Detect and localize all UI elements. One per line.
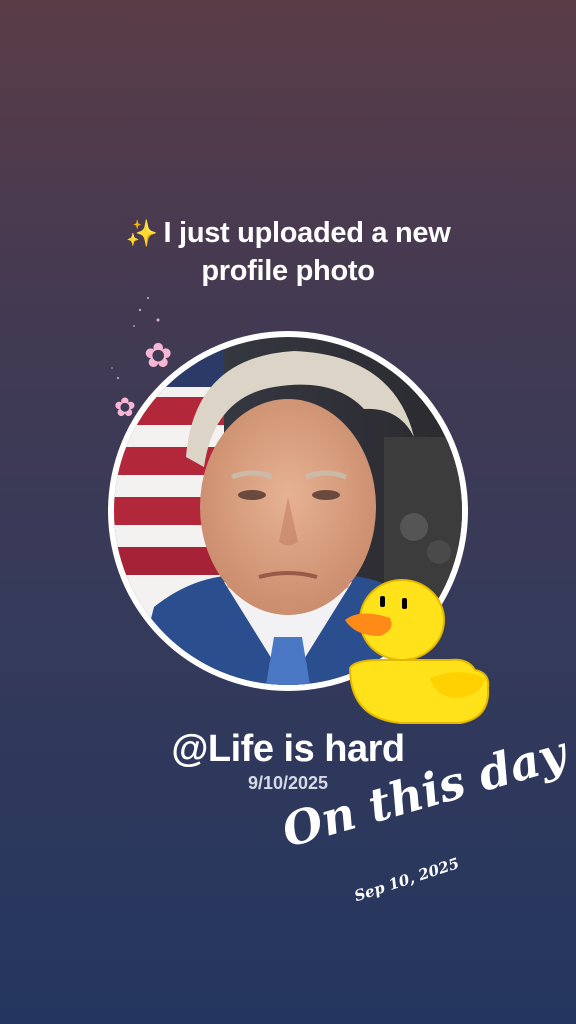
- cherry-blossom-icon: ✿: [114, 392, 136, 422]
- on-this-day-date: Sep 10, 2025: [352, 854, 462, 906]
- headline-line-2: profile photo: [201, 255, 375, 287]
- post-headline: ✨ I just uploaded a new profile photo: [0, 214, 576, 290]
- sparkles-icon: ✨: [125, 218, 158, 248]
- cherry-blossom-icon: ✿: [144, 337, 173, 375]
- duck-sticker[interactable]: [340, 578, 500, 728]
- headline-line-1: ✨ I just uploaded a new: [125, 217, 451, 249]
